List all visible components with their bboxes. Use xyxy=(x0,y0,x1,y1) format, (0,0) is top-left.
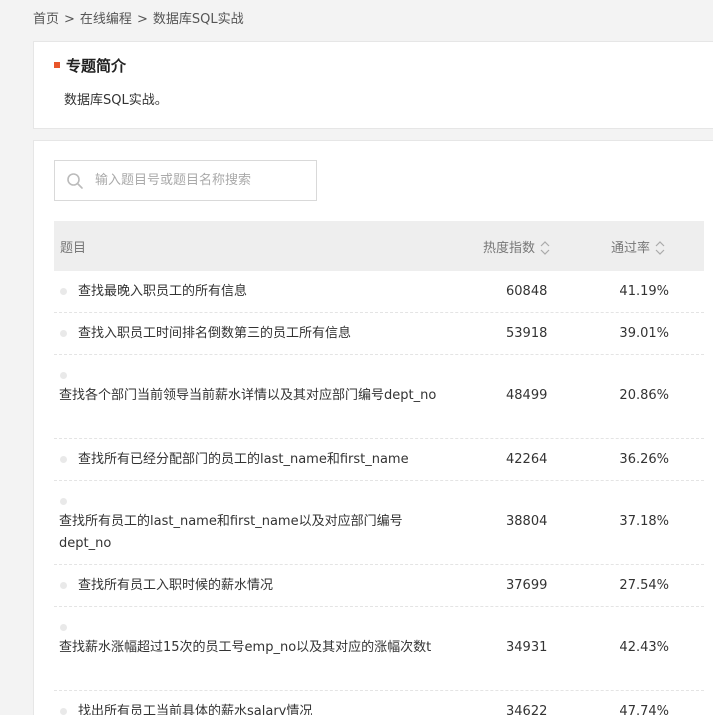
pass-rate-value: 47.74% xyxy=(619,704,669,715)
heading-marker-icon xyxy=(54,61,60,68)
sort-icon[interactable] xyxy=(655,240,665,255)
column-header-title: 题目 xyxy=(60,241,87,256)
pass-rate-value: 41.19% xyxy=(619,284,669,299)
search-input[interactable] xyxy=(95,169,305,192)
hotness-value: 34622 xyxy=(506,704,548,715)
hotness-value: 48499 xyxy=(506,388,548,403)
table-row[interactable]: 查找各个部门当前领导当前薪水详情以及其对应部门编号dept_no 48499 2… xyxy=(54,355,704,439)
table-row[interactable]: 查找最晚入职员工的所有信息 60848 41.19% xyxy=(54,271,704,313)
pass-rate-value: 36.26% xyxy=(619,452,669,467)
breadcrumb-home-link[interactable]: 首页 xyxy=(33,12,59,27)
bullet-dot-icon xyxy=(60,330,67,337)
problem-title-link[interactable]: 查找所有员工的last_name和first_name以及对应部门编号dept_… xyxy=(59,511,439,555)
breadcrumb-separator: > xyxy=(64,12,75,27)
table-row[interactable]: 查找所有员工入职时候的薪水情况 37699 27.54% xyxy=(54,565,704,607)
intro-description: 数据库SQL实战。 xyxy=(64,93,168,108)
pass-rate-value: 20.86% xyxy=(619,388,669,403)
hotness-header-label: 热度指数 xyxy=(483,241,536,256)
pass-rate-header-label: 通过率 xyxy=(611,241,651,256)
problem-title-link[interactable]: 找出所有员工当前具体的薪水salary情况 xyxy=(78,701,312,715)
hotness-value: 38804 xyxy=(506,514,548,529)
problem-title-link[interactable]: 查找所有员工入职时候的薪水情况 xyxy=(78,575,273,597)
breadcrumb-current: 数据库SQL实战 xyxy=(152,12,244,27)
pass-rate-value: 37.18% xyxy=(619,514,669,529)
hotness-value: 37699 xyxy=(506,578,548,593)
pass-rate-value: 39.01% xyxy=(619,326,669,341)
table-row[interactable]: 查找入职员工时间排名倒数第三的员工所有信息 53918 39.01% xyxy=(54,313,704,355)
hotness-value: 34931 xyxy=(506,640,548,655)
problem-title-link[interactable]: 查找最晚入职员工的所有信息 xyxy=(78,281,247,303)
bullet-dot-icon xyxy=(60,708,67,715)
breadcrumb-separator: > xyxy=(136,12,148,27)
problem-title-link[interactable]: 查找入职员工时间排名倒数第三的员工所有信息 xyxy=(78,323,351,345)
problem-title-link[interactable]: 查找薪水涨幅超过15次的员工号emp_no以及其对应的涨幅次数t xyxy=(59,637,439,659)
hotness-value: 60848 xyxy=(506,284,548,299)
hotness-value: 53918 xyxy=(506,326,548,341)
bullet-dot-icon xyxy=(60,624,67,631)
problem-list-card: 题目 热度指数 通过率 查找最晚入职员工的所有信息 60848 41.19% 查… xyxy=(33,140,713,715)
table-row[interactable]: 查找所有已经分配部门的员工的last_name和first_name 42264… xyxy=(54,439,704,481)
problem-title-link[interactable]: 查找各个部门当前领导当前薪水详情以及其对应部门编号dept_no xyxy=(59,385,439,407)
sort-icon[interactable] xyxy=(540,240,550,255)
column-header-pass-rate[interactable]: 通过率 xyxy=(611,237,665,256)
bullet-dot-icon xyxy=(60,288,67,295)
search-icon xyxy=(67,173,83,189)
pass-rate-value: 42.43% xyxy=(619,640,669,655)
intro-title: 专题简介 xyxy=(66,57,127,75)
search-box[interactable] xyxy=(54,160,317,201)
topic-intro-card: 专题简介 数据库SQL实战。 xyxy=(33,41,713,129)
bullet-dot-icon xyxy=(60,582,67,589)
bullet-dot-icon xyxy=(60,372,67,379)
table-row[interactable]: 查找所有员工的last_name和first_name以及对应部门编号dept_… xyxy=(54,481,704,565)
table-row[interactable]: 找出所有员工当前具体的薪水salary情况 34622 47.74% xyxy=(54,691,704,715)
table-row[interactable]: 查找薪水涨幅超过15次的员工号emp_no以及其对应的涨幅次数t 34931 4… xyxy=(54,607,704,691)
hotness-value: 42264 xyxy=(506,452,548,467)
column-header-hotness[interactable]: 热度指数 xyxy=(483,237,550,256)
bullet-dot-icon xyxy=(60,456,67,463)
problem-table: 题目 热度指数 通过率 查找最晚入职员工的所有信息 60848 41.19% 查… xyxy=(54,221,704,715)
table-header: 题目 热度指数 通过率 xyxy=(54,221,704,271)
intro-heading: 专题简介 xyxy=(54,55,126,77)
breadcrumb-section-link[interactable]: 在线编程 xyxy=(80,12,132,27)
problem-title-link[interactable]: 查找所有已经分配部门的员工的last_name和first_name xyxy=(78,449,409,471)
breadcrumb: 首页 > 在线编程 > 数据库SQL实战 xyxy=(33,10,244,30)
pass-rate-value: 27.54% xyxy=(619,578,669,593)
bullet-dot-icon xyxy=(60,498,67,505)
